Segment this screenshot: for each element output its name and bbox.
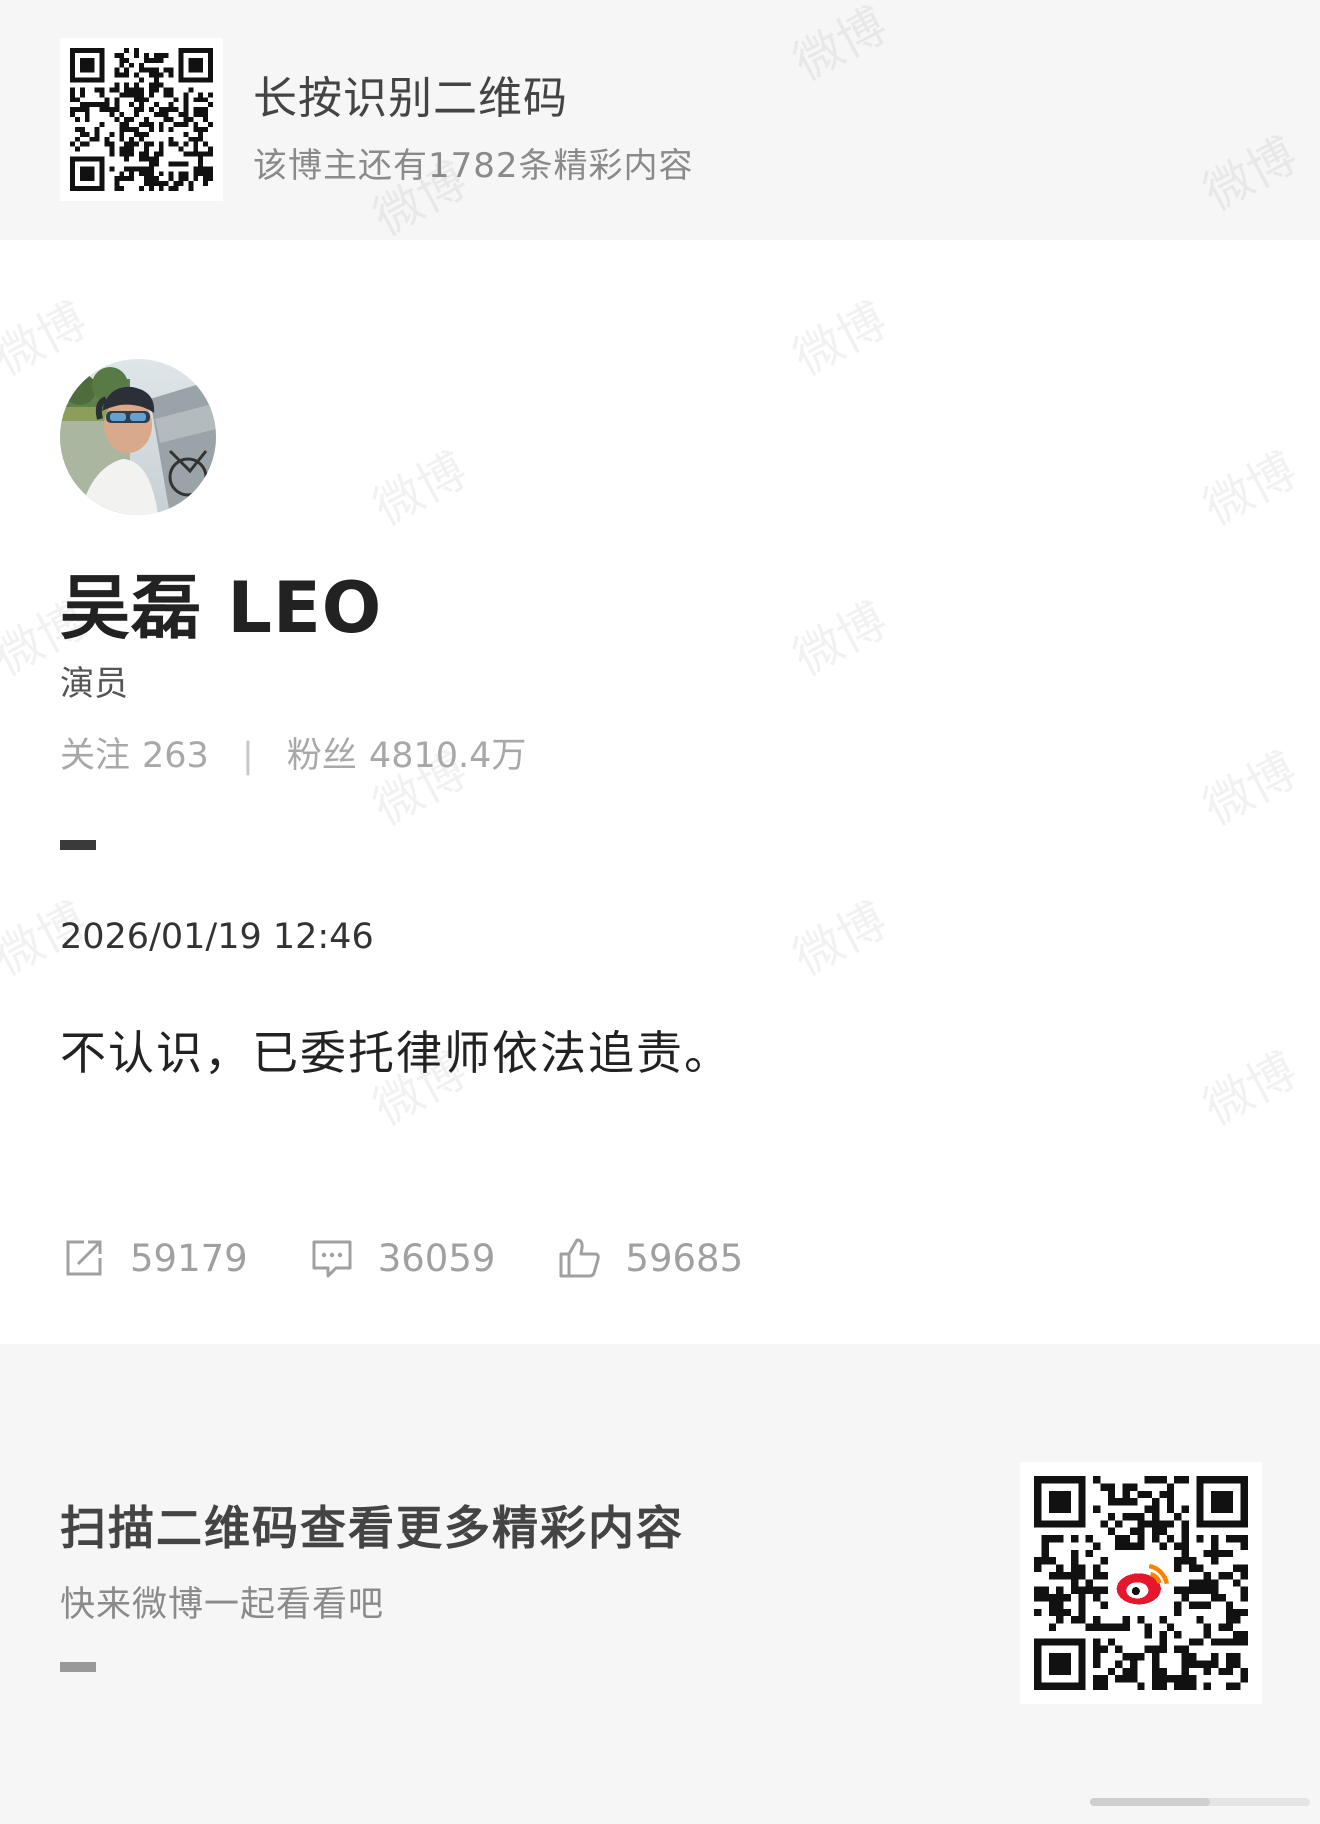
- repost-count: 59179: [130, 1236, 248, 1280]
- comment-icon: [312, 1240, 352, 1278]
- post-content: 不认识，已委托律师依法追责。: [60, 1026, 732, 1080]
- thumbs-up-icon: [559, 1238, 601, 1278]
- user-name[interactable]: 吴磊 LEO: [60, 552, 382, 653]
- like-count: 59685: [625, 1236, 744, 1280]
- repost-icon: [66, 1240, 102, 1276]
- scroll-indicator-icon: [1090, 1798, 1310, 1806]
- scroll-indicator: [1090, 1790, 1310, 1814]
- qr-footer-subtitle: 快来微博一起看看吧: [60, 1585, 385, 1625]
- qr-finder-center: [188, 57, 204, 73]
- avatar[interactable]: [60, 359, 216, 515]
- qr-finder-center: [79, 57, 95, 73]
- followers-label: 粉丝: [286, 736, 357, 776]
- watermark-text: 微博: [1194, 742, 1306, 837]
- qr-header-subtitle: 该博主还有1782条精彩内容: [253, 146, 694, 186]
- user-role: 演员: [60, 664, 128, 704]
- following-label: 关注: [60, 736, 131, 776]
- watermark-text: 微博: [784, 292, 896, 387]
- qr-code-bottom[interactable]: [1020, 1462, 1262, 1704]
- followers-count: 4810.4万: [368, 736, 527, 776]
- qr-finder-center: [79, 166, 95, 182]
- watermark-text: 微博: [784, 892, 896, 987]
- qr-finder-center: [1048, 1653, 1071, 1676]
- comment-count: 36059: [377, 1236, 496, 1280]
- footer-divider: [60, 1662, 96, 1672]
- qr-finder-center: [1211, 1490, 1234, 1513]
- watermark-text: 微博: [0, 292, 96, 387]
- watermark-text: 微博: [784, 592, 896, 687]
- watermark-text: 微博: [1194, 1042, 1306, 1137]
- qr-code-top[interactable]: [60, 38, 223, 201]
- watermark-text: 微博: [1194, 442, 1306, 537]
- repost-button[interactable]: 59179: [60, 1234, 248, 1282]
- follow-stats: 关注 263 | 粉丝 4810.4万: [60, 727, 526, 778]
- qr-code-icon: [70, 48, 213, 191]
- qr-header-title: 长按识别二维码: [253, 73, 568, 124]
- weibo-logo-icon: [1111, 1553, 1171, 1613]
- watermark-text: 微博: [364, 442, 476, 537]
- post-timestamp: 2026/01/19 12:46: [60, 917, 374, 957]
- qr-code-icon: [1034, 1476, 1248, 1690]
- avatar-image: [60, 359, 216, 515]
- following-count: 263: [142, 736, 209, 776]
- qr-footer-title: 扫描二维码查看更多精彩内容: [60, 1501, 684, 1555]
- like-button[interactable]: 59685: [555, 1234, 743, 1282]
- stats-divider: |: [241, 736, 254, 776]
- qr-finder-center: [1048, 1490, 1071, 1513]
- comment-button[interactable]: 36059: [308, 1234, 496, 1282]
- section-divider: [60, 840, 96, 850]
- post-actions: 59179 36059 59685: [60, 1228, 803, 1288]
